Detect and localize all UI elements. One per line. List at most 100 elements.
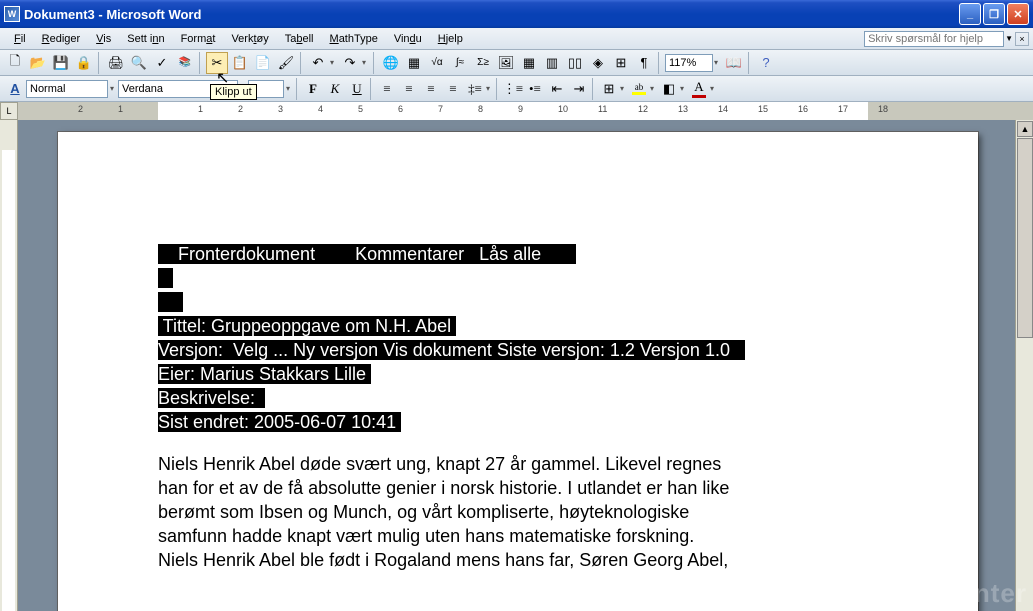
align-justify-button[interactable]: ≡ xyxy=(442,78,464,100)
menu-settinn[interactable]: Sett inn xyxy=(119,31,172,47)
watermark: >>fronter xyxy=(904,578,1027,609)
insert-worksheet-button[interactable]: ▥ xyxy=(541,52,563,74)
hyperlink-button[interactable]: 🌐 xyxy=(380,52,402,74)
help-dropdown-icon[interactable]: ▼ xyxy=(1005,34,1013,43)
shading-dropdown[interactable]: ▾ xyxy=(680,84,688,93)
bold-button[interactable]: F xyxy=(302,78,324,100)
new-document-button[interactable]: 🗋 xyxy=(4,52,26,74)
increase-indent-button[interactable]: ⇥ xyxy=(568,78,590,100)
save-button[interactable]: 💾 xyxy=(50,52,72,74)
document-page[interactable]: Fronterdokument Kommentarer Lås alle Tit… xyxy=(58,132,978,611)
redo-button[interactable]: ↷ xyxy=(339,52,361,74)
style-selector[interactable]: Normal xyxy=(26,80,108,98)
doc-version-line: Versjon: Velg ... Ny versjon Vis dokumen… xyxy=(158,340,745,360)
highlight-button[interactable]: ab xyxy=(628,78,650,100)
spacing-dropdown[interactable]: ▾ xyxy=(486,84,494,93)
doc-title-line: Tittel: Gruppeoppgave om N.H. Abel xyxy=(158,316,456,336)
equation-sigma-button[interactable]: Σ≥ xyxy=(472,52,494,74)
help-button[interactable]: ? xyxy=(755,52,777,74)
titlebar: W Dokument3 - Microsoft Word _ ❐ ✕ xyxy=(0,0,1033,28)
tab-selector[interactable]: L xyxy=(0,102,18,120)
window-title: Dokument3 - Microsoft Word xyxy=(24,7,201,22)
doc-blank1 xyxy=(158,268,173,288)
maximize-button[interactable]: ❐ xyxy=(983,3,1005,25)
print-button[interactable]: 🖨 xyxy=(105,52,127,74)
paste-button[interactable]: 📄 xyxy=(252,52,274,74)
italic-button[interactable]: K xyxy=(324,78,346,100)
help-close-button[interactable]: × xyxy=(1015,32,1029,46)
menu-format[interactable]: Format xyxy=(173,31,224,47)
font-color-dropdown[interactable]: ▾ xyxy=(710,84,718,93)
menu-hjelp[interactable]: Hjelp xyxy=(430,31,471,47)
cut-tooltip: Klipp ut xyxy=(210,84,257,100)
doc-blank2 xyxy=(158,292,183,312)
permissions-button[interactable]: 🔒 xyxy=(73,52,95,74)
redo-dropdown[interactable]: ▾ xyxy=(362,58,370,67)
menu-vindu[interactable]: Vindu xyxy=(386,31,430,47)
borders-dropdown[interactable]: ▾ xyxy=(620,84,628,93)
insert-table-button[interactable]: ▦ xyxy=(518,52,540,74)
style-dropdown[interactable]: ▾ xyxy=(110,84,118,93)
line-spacing-button[interactable]: ‡≡ xyxy=(464,78,486,100)
highlight-dropdown[interactable]: ▾ xyxy=(650,84,658,93)
standard-toolbar: 🗋 📂 💾 🔒 🖨 🔍 ✓ 📚 ✂ 📋 📄 🖌 ↶ ▾ ↷ ▾ 🌐 ▦ √α ∫… xyxy=(0,50,1033,76)
vertical-scrollbar[interactable]: ▲ xyxy=(1015,120,1033,611)
size-dropdown[interactable]: ▾ xyxy=(286,84,294,93)
menu-verktoy[interactable]: Verktøy xyxy=(223,31,276,47)
underline-button[interactable]: U xyxy=(346,78,368,100)
research-button[interactable]: 📚 xyxy=(174,52,196,74)
undo-button[interactable]: ↶ xyxy=(307,52,329,74)
show-formatting-button[interactable]: ¶ xyxy=(633,52,655,74)
page-container[interactable]: Fronterdokument Kommentarer Lås alle Tit… xyxy=(18,120,1015,611)
tables-borders-button[interactable]: ▦ xyxy=(403,52,425,74)
zoom-dropdown[interactable]: ▾ xyxy=(714,58,722,67)
spellcheck-button[interactable]: ✓ xyxy=(151,52,173,74)
vertical-ruler[interactable] xyxy=(0,120,18,611)
doc-body-line1: Niels Henrik Abel døde svært ung, knapt … xyxy=(158,452,878,476)
menu-tabell[interactable]: Tabell xyxy=(277,31,322,47)
read-mode-button[interactable]: 📖 xyxy=(723,52,745,74)
doc-owner-line: Eier: Marius Stakkars Lille xyxy=(158,364,371,384)
open-button[interactable]: 📂 xyxy=(27,52,49,74)
borders-button[interactable]: ⊞ xyxy=(598,78,620,100)
doc-body-line2: han for et av de få absolutte genier i n… xyxy=(158,476,878,500)
shading-button[interactable]: ◧ xyxy=(658,78,680,100)
undo-dropdown[interactable]: ▾ xyxy=(330,58,338,67)
minimize-button[interactable]: _ xyxy=(959,3,981,25)
menu-mathtype[interactable]: MathType xyxy=(322,31,386,47)
format-painter-button[interactable]: 🖌 xyxy=(275,52,297,74)
columns-button[interactable]: ▯▯ xyxy=(564,52,586,74)
numbered-list-button[interactable]: ⋮≡ xyxy=(502,78,524,100)
word-app-icon: W xyxy=(4,6,20,22)
menu-fil[interactable]: Fil xyxy=(6,31,34,47)
scroll-thumb[interactable] xyxy=(1017,138,1033,338)
insert-picture-button[interactable]: 🖼 xyxy=(495,52,517,74)
workspace: Fronterdokument Kommentarer Lås alle Tit… xyxy=(0,120,1015,611)
formatting-toolbar: A Normal ▾ Verdana ▾ ▾ F K U ≡ ≡ ≡ ≡ ‡≡ … xyxy=(0,76,1033,102)
drawing-button[interactable]: ◈ xyxy=(587,52,609,74)
bullet-list-button[interactable]: •≡ xyxy=(524,78,546,100)
help-search-input[interactable] xyxy=(864,31,1004,47)
menu-vis[interactable]: Vis xyxy=(88,31,119,47)
copy-button[interactable]: 📋 xyxy=(229,52,251,74)
zoom-input[interactable]: 117% xyxy=(665,54,713,72)
menubar: Fil Rediger Vis Sett inn Format Verktøy … xyxy=(0,28,1033,50)
align-left-button[interactable]: ≡ xyxy=(376,78,398,100)
document-map-button[interactable]: ⊞ xyxy=(610,52,632,74)
horizontal-ruler[interactable]: L 2 1 1 2 3 4 5 6 7 8 9 10 11 12 13 14 1… xyxy=(0,102,1033,120)
align-center-button[interactable]: ≡ xyxy=(398,78,420,100)
scroll-up-button[interactable]: ▲ xyxy=(1017,121,1033,137)
cut-button[interactable]: ✂ xyxy=(206,52,228,74)
menu-rediger[interactable]: Rediger xyxy=(34,31,89,47)
styles-pane-button[interactable]: A xyxy=(4,78,26,100)
equation-sqrt-button[interactable]: √α xyxy=(426,52,448,74)
close-button[interactable]: ✕ xyxy=(1007,3,1029,25)
align-right-button[interactable]: ≡ xyxy=(420,78,442,100)
doc-header-tabs: Fronterdokument Kommentarer Lås alle xyxy=(158,244,576,264)
equation-integral-button[interactable]: ∫≈ xyxy=(449,52,471,74)
decrease-indent-button[interactable]: ⇤ xyxy=(546,78,568,100)
font-color-button[interactable]: A xyxy=(688,78,710,100)
doc-modified-line: Sist endret: 2005-06-07 10:41 xyxy=(158,412,401,432)
print-preview-button[interactable]: 🔍 xyxy=(128,52,150,74)
doc-body-line5: Niels Henrik Abel ble født i Rogaland me… xyxy=(158,548,878,572)
